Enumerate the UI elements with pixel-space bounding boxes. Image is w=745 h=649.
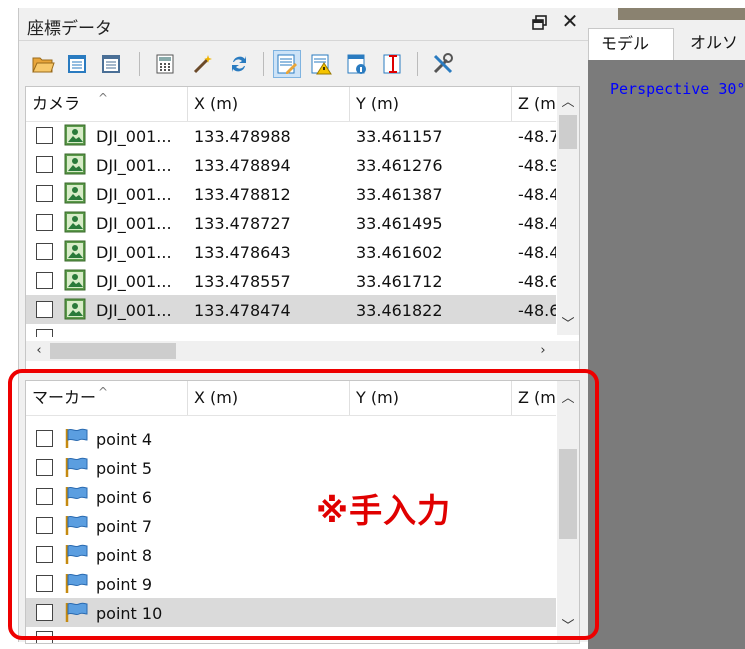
toolbar-separator bbox=[139, 52, 140, 76]
panel-title: 座標データ bbox=[27, 19, 112, 39]
viewport-projection-label: Perspective 30° bbox=[610, 80, 745, 98]
export-table-icon[interactable] bbox=[97, 50, 125, 78]
camera-horizontal-scrollbar[interactable]: ‹ › bbox=[26, 341, 579, 361]
edit-table-icon[interactable] bbox=[273, 50, 301, 78]
camera-name-cell: DJI_001... bbox=[96, 214, 172, 233]
z-cell: -48.4 bbox=[518, 243, 556, 262]
row-checkbox[interactable] bbox=[36, 329, 53, 337]
camera-name-cell: DJI_001... bbox=[96, 272, 172, 291]
z-cell: -48.6 bbox=[518, 301, 556, 320]
row-checkbox[interactable] bbox=[36, 185, 53, 202]
z-cell: -48.4 bbox=[518, 214, 556, 233]
calculator-icon[interactable] bbox=[151, 50, 179, 78]
scroll-down-icon[interactable]: ﹀ bbox=[557, 315, 579, 335]
camera-name-cell: DJI_001... bbox=[96, 127, 172, 146]
camera-name-cell: DJI_001... bbox=[96, 301, 172, 320]
toolbar-separator bbox=[417, 52, 418, 76]
tools-icon[interactable] bbox=[429, 50, 457, 78]
scroll-thumb[interactable] bbox=[559, 115, 577, 149]
column-header-x[interactable]: X (m) bbox=[188, 87, 350, 121]
x-cell: 133.478988 bbox=[194, 127, 291, 146]
camera-table: カメラ ^ X (m) Y (m) Z (m DJI_001... 133.478… bbox=[25, 86, 580, 373]
y-cell: 33.461157 bbox=[356, 127, 443, 146]
z-cell: -48.4 bbox=[518, 185, 556, 204]
warning-icon[interactable] bbox=[307, 50, 335, 78]
table-row[interactable]: DJI_001... 133.478988 33.461157 -48.7 bbox=[26, 121, 556, 150]
error-bar-icon[interactable] bbox=[379, 50, 407, 78]
column-header-z[interactable]: Z (m bbox=[512, 87, 556, 121]
table-row-partial bbox=[26, 325, 556, 337]
x-cell: 133.478894 bbox=[194, 156, 291, 175]
annotation-note: ※手入力 bbox=[316, 491, 452, 530]
scroll-right-icon[interactable]: › bbox=[532, 341, 554, 361]
z-cell: -48.9 bbox=[518, 156, 556, 175]
column-header-y[interactable]: Y (m) bbox=[350, 87, 512, 121]
table-row[interactable]: DJI_001... 133.478727 33.461495 -48.4 bbox=[26, 208, 556, 237]
x-cell: 133.478727 bbox=[194, 214, 291, 233]
row-checkbox[interactable] bbox=[36, 214, 53, 231]
image-icon bbox=[64, 124, 86, 146]
panel-titlebar: 座標データ ✕ bbox=[19, 8, 589, 41]
row-checkbox[interactable] bbox=[36, 243, 53, 260]
table-row[interactable]: DJI_001... 133.478474 33.461822 -48.6 bbox=[26, 295, 556, 324]
float-window-icon[interactable] bbox=[531, 14, 549, 32]
tab-ortho[interactable]: オルソ bbox=[678, 28, 745, 60]
scroll-left-icon[interactable]: ‹ bbox=[28, 341, 50, 361]
camera-name-cell: DJI_001... bbox=[96, 185, 172, 204]
toolbar bbox=[19, 46, 589, 86]
refresh-icon[interactable] bbox=[225, 50, 253, 78]
camera-name-cell: DJI_001... bbox=[96, 156, 172, 175]
x-cell: 133.478557 bbox=[194, 272, 291, 291]
scroll-thumb[interactable] bbox=[50, 343, 176, 359]
thumbnail-strip bbox=[618, 8, 745, 20]
z-cell: -48.7 bbox=[518, 127, 556, 146]
x-cell: 133.478643 bbox=[194, 243, 291, 262]
z-cell: -48.6 bbox=[518, 272, 556, 291]
camera-vertical-scrollbar[interactable]: ︿ ﹀ bbox=[557, 87, 579, 335]
close-icon[interactable]: ✕ bbox=[559, 10, 581, 32]
image-icon bbox=[64, 298, 86, 320]
row-checkbox[interactable] bbox=[36, 127, 53, 144]
image-icon bbox=[64, 211, 86, 233]
row-checkbox[interactable] bbox=[36, 272, 53, 289]
wand-icon[interactable] bbox=[189, 50, 217, 78]
image-icon bbox=[64, 269, 86, 291]
highlight-frame bbox=[8, 369, 599, 640]
y-cell: 33.461387 bbox=[356, 185, 443, 204]
y-cell: 33.461712 bbox=[356, 272, 443, 291]
x-cell: 133.478474 bbox=[194, 301, 291, 320]
image-icon bbox=[64, 153, 86, 175]
column-header-camera[interactable]: カメラ ^ bbox=[26, 87, 188, 121]
y-cell: 33.461822 bbox=[356, 301, 443, 320]
toolbar-separator bbox=[263, 52, 264, 76]
y-cell: 33.461276 bbox=[356, 156, 443, 175]
table-row[interactable]: DJI_001... 133.478812 33.461387 -48.4 bbox=[26, 179, 556, 208]
row-checkbox[interactable] bbox=[36, 156, 53, 173]
tab-model[interactable]: モデル bbox=[588, 28, 674, 60]
table-row[interactable]: DJI_001... 133.478557 33.461712 -48.6 bbox=[26, 266, 556, 295]
import-table-icon[interactable] bbox=[63, 50, 91, 78]
table-row[interactable]: DJI_001... 133.478894 33.461276 -48.9 bbox=[26, 150, 556, 179]
x-cell: 133.478812 bbox=[194, 185, 291, 204]
camera-name-cell: DJI_001... bbox=[96, 243, 172, 262]
scroll-up-icon[interactable]: ︿ bbox=[557, 93, 579, 113]
image-icon bbox=[64, 240, 86, 262]
row-checkbox[interactable] bbox=[36, 301, 53, 318]
y-cell: 33.461495 bbox=[356, 214, 443, 233]
image-icon bbox=[64, 182, 86, 204]
sort-caret-icon: ^ bbox=[98, 91, 109, 105]
table-row[interactable]: DJI_001... 133.478643 33.461602 -48.4 bbox=[26, 237, 556, 266]
open-folder-icon[interactable] bbox=[29, 50, 57, 78]
model-viewport[interactable]: Perspective 30° bbox=[588, 60, 745, 649]
camera-table-header: カメラ ^ X (m) Y (m) Z (m bbox=[26, 87, 556, 122]
info-table-icon[interactable] bbox=[343, 50, 371, 78]
y-cell: 33.461602 bbox=[356, 243, 443, 262]
view-tab-bar: モデル オルソ bbox=[588, 8, 745, 60]
